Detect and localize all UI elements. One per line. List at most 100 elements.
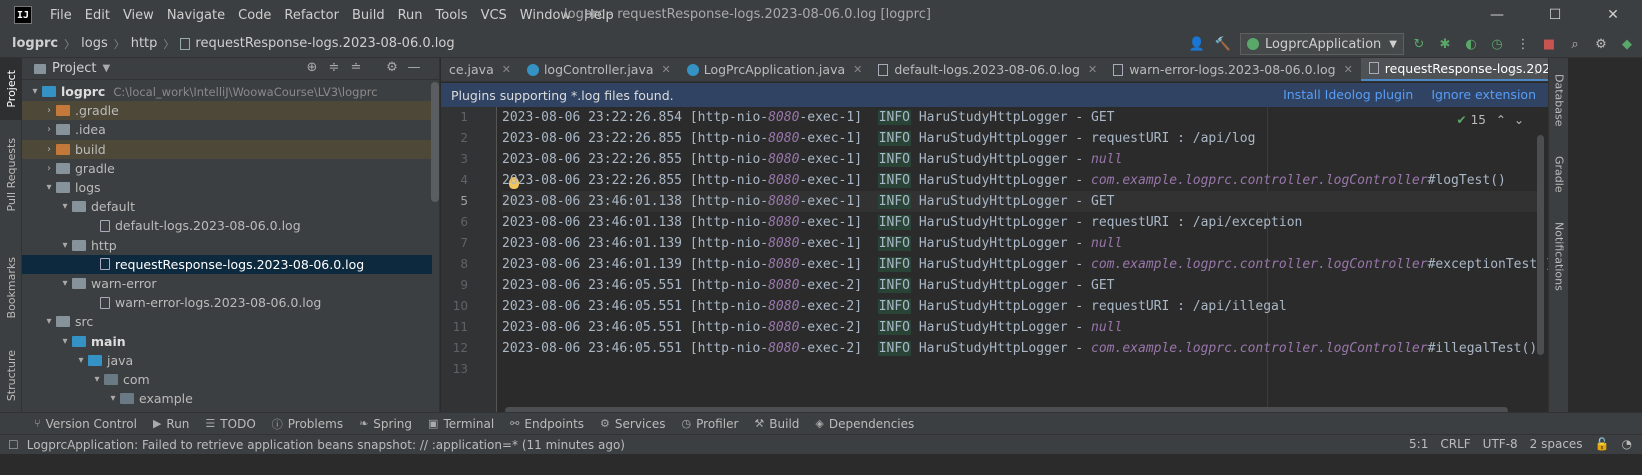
- close-icon[interactable]: ✕: [1344, 63, 1353, 76]
- tool-build[interactable]: ⚒ Build: [754, 417, 799, 431]
- line-separator[interactable]: CRLF: [1440, 437, 1470, 451]
- tree-item-logs[interactable]: ▾ logs: [22, 178, 432, 197]
- memory-icon[interactable]: ◔: [1622, 437, 1632, 451]
- tree-item-java[interactable]: ▾ java: [22, 351, 432, 370]
- code-line[interactable]: 2023-08-06 23:22:26.855 [http-nio-8080-e…: [502, 170, 1542, 191]
- code-line[interactable]: 2023-08-06 23:46:01.139 [http-nio-8080-e…: [502, 233, 1542, 254]
- menu-edit[interactable]: Edit: [85, 8, 110, 23]
- ide-logo-icon[interactable]: ◆: [1616, 33, 1638, 55]
- menu-file[interactable]: File: [50, 8, 72, 23]
- gear-icon[interactable]: ⚙: [381, 60, 403, 75]
- tool-terminal[interactable]: ▣ Terminal: [428, 417, 494, 431]
- tab-notifications[interactable]: Notifications: [1549, 216, 1569, 296]
- indent-setting[interactable]: 2 spaces: [1530, 437, 1583, 451]
- tab-log-prc-application[interactable]: LogPrcApplication.java ✕: [679, 58, 871, 81]
- tree-item-src[interactable]: ▾ src: [22, 312, 432, 331]
- tree-item-default-log[interactable]: default-logs.2023-08-06.0.log: [22, 216, 432, 235]
- breadcrumb-http[interactable]: http: [131, 36, 158, 51]
- locate-icon[interactable]: ⊕: [301, 60, 323, 75]
- tab-warn-error-logs[interactable]: warn-error-logs.2023-08-06.0.log ✕: [1105, 58, 1361, 81]
- user-icon[interactable]: 👤: [1186, 33, 1208, 55]
- tab-database[interactable]: Database: [1549, 66, 1569, 134]
- tool-services[interactable]: ⚙ Services: [600, 417, 665, 431]
- lock-icon[interactable]: 🔓: [1595, 437, 1610, 451]
- expand-all-icon[interactable]: ≑: [323, 60, 345, 75]
- stop-icon[interactable]: ■: [1538, 33, 1560, 55]
- tool-problems[interactable]: ⓘ Problems: [272, 416, 343, 432]
- tree-item-example[interactable]: ▾ example: [22, 389, 432, 408]
- vertical-scrollbar[interactable]: [1537, 135, 1544, 355]
- tab-pull-requests[interactable]: Pull Requests: [0, 130, 22, 220]
- close-icon[interactable]: ✕: [1088, 63, 1097, 76]
- menu-refactor[interactable]: Refactor: [284, 8, 339, 23]
- tool-version-control[interactable]: ⑂ Version Control: [34, 417, 137, 431]
- caret-position[interactable]: 5:1: [1409, 437, 1428, 451]
- install-plugin-link[interactable]: Install Ideolog plugin: [1283, 87, 1413, 102]
- menu-tools[interactable]: Tools: [436, 8, 468, 23]
- menu-code[interactable]: Code: [238, 8, 271, 23]
- code-line[interactable]: [502, 359, 1542, 380]
- tree-scrollbar[interactable]: [431, 82, 439, 202]
- minimize-button[interactable]: —: [1468, 0, 1526, 30]
- tab-log-controller[interactable]: logController.java ✕: [519, 58, 679, 81]
- code-line[interactable]: 2023-08-06 23:46:05.551 [http-nio-8080-e…: [502, 317, 1542, 338]
- tab-default-logs[interactable]: default-logs.2023-08-06.0.log ✕: [870, 58, 1105, 81]
- tool-todo[interactable]: ☰ TODO: [205, 417, 255, 431]
- minimize-panel-icon[interactable]: —: [403, 60, 425, 75]
- tool-dependencies[interactable]: ◈ Dependencies: [815, 417, 914, 431]
- tree-item-com[interactable]: ▾ com: [22, 370, 432, 389]
- close-icon[interactable]: ✕: [662, 63, 671, 76]
- code-line[interactable]: 2023-08-06 23:46:01.138 [http-nio-8080-e…: [502, 212, 1542, 233]
- code-line[interactable]: 2023-08-06 23:46:05.551 [http-nio-8080-e…: [502, 275, 1542, 296]
- code-line[interactable]: 2023-08-06 23:46:01.139 [http-nio-8080-e…: [502, 254, 1553, 275]
- chevron-down-icon[interactable]: ⌄: [1514, 113, 1524, 127]
- project-panel-title[interactable]: Project: [52, 61, 96, 76]
- tool-spring[interactable]: ❧ Spring: [359, 417, 412, 431]
- ignore-extension-link[interactable]: Ignore extension: [1431, 87, 1536, 102]
- tab-ce-java[interactable]: ce.java ✕: [441, 58, 519, 81]
- collapse-all-icon[interactable]: ≐: [345, 60, 367, 75]
- more-run-icon[interactable]: ⋮: [1512, 33, 1534, 55]
- coverage-icon[interactable]: ◐: [1460, 33, 1482, 55]
- rerun-icon[interactable]: ↻: [1408, 33, 1430, 55]
- code-editor[interactable]: 1 2 3 4 5 6 7 8 9 10 11 12 13 2023-08-06…: [441, 107, 1553, 430]
- tab-project[interactable]: Project: [0, 58, 22, 120]
- tree-item-main[interactable]: ▾ main: [22, 331, 432, 350]
- menu-run[interactable]: Run: [398, 8, 423, 23]
- menu-build[interactable]: Build: [352, 8, 385, 23]
- tool-run[interactable]: ▶ Run: [153, 417, 189, 431]
- tree-item-http[interactable]: ▾ http: [22, 236, 432, 255]
- search-icon[interactable]: ⌕: [1564, 33, 1586, 55]
- tool-profiler[interactable]: ◷ Profiler: [682, 417, 739, 431]
- run-configuration-select[interactable]: LogprcApplication ▼: [1239, 33, 1404, 55]
- close-icon[interactable]: ✕: [502, 63, 511, 76]
- menu-view[interactable]: View: [123, 8, 154, 23]
- tree-item-build[interactable]: › build: [22, 139, 432, 159]
- code-line[interactable]: 2023-08-06 23:22:26.855 [http-nio-8080-e…: [502, 149, 1542, 170]
- debug-icon[interactable]: ✱: [1434, 33, 1456, 55]
- breadcrumb-file[interactable]: requestResponse-logs.2023-08-06.0.log: [195, 36, 454, 51]
- hammer-icon[interactable]: 🔨: [1212, 33, 1234, 55]
- chevron-up-icon[interactable]: ⌃: [1496, 113, 1506, 127]
- menu-navigate[interactable]: Navigate: [167, 8, 225, 23]
- gear-icon[interactable]: ⚙: [1590, 33, 1612, 55]
- maximize-button[interactable]: ☐: [1526, 0, 1584, 30]
- code-line[interactable]: 2023-08-06 23:22:26.854 [http-nio-8080-e…: [502, 107, 1542, 128]
- tool-endpoints[interactable]: ⚯ Endpoints: [510, 417, 584, 431]
- menu-vcs[interactable]: VCS: [481, 8, 507, 23]
- tree-item-default[interactable]: ▾ default: [22, 197, 432, 216]
- tab-structure[interactable]: Structure: [0, 338, 22, 413]
- tab-gradle[interactable]: Gradle: [1549, 148, 1569, 200]
- close-window-button[interactable]: ✕: [1584, 0, 1642, 30]
- tree-item-gradle[interactable]: › gradle: [22, 159, 432, 178]
- close-icon[interactable]: ✕: [853, 63, 862, 76]
- breadcrumb-project[interactable]: logprc: [12, 36, 58, 51]
- tree-item-gradle-hidden[interactable]: › .gradle: [22, 101, 432, 121]
- tab-bookmarks[interactable]: Bookmarks: [0, 248, 22, 328]
- breadcrumb-logs[interactable]: logs: [81, 36, 108, 51]
- code-line[interactable]: 2023-08-06 23:46:05.551 [http-nio-8080-e…: [502, 296, 1542, 317]
- tree-item-request-response-log[interactable]: requestResponse-logs.2023-08-06.0.log: [22, 254, 432, 274]
- file-encoding[interactable]: UTF-8: [1483, 437, 1518, 451]
- status-message[interactable]: ☐ LogprcApplication: Failed to retrieve …: [8, 438, 625, 452]
- tree-item-warn-error[interactable]: ▾ warn-error: [22, 274, 432, 293]
